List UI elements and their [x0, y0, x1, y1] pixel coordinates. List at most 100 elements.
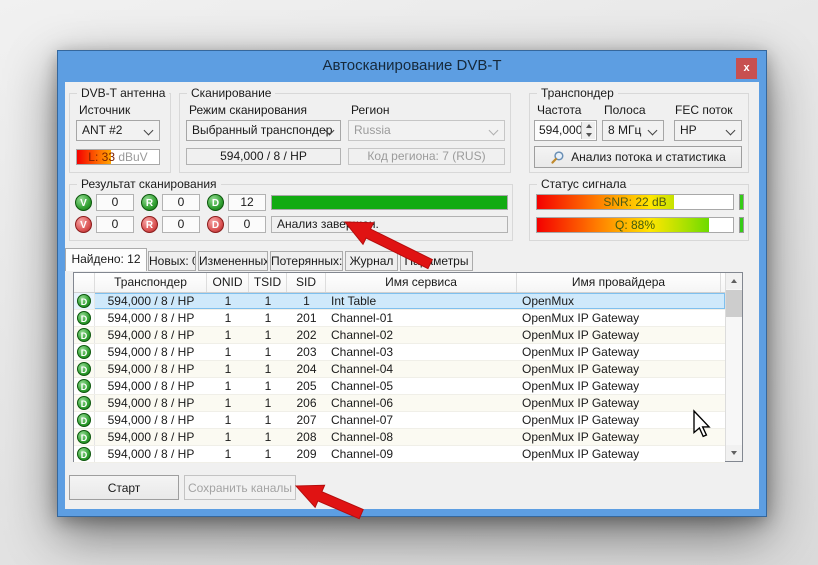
tab-found[interactable]: Найдено: 12 [65, 248, 147, 271]
table-row[interactable]: D594,000 / 8 / HP11202Channel-02OpenMux … [74, 327, 725, 344]
region-code-readout: Код региона: 7 (RUS) [348, 148, 505, 165]
cell-onid: 1 [207, 378, 249, 394]
row-icon-cell: D [74, 446, 95, 462]
row-icon-cell: D [74, 412, 95, 428]
up-arrow-icon [586, 124, 592, 128]
cell-provider: OpenMux IP Gateway [517, 310, 721, 326]
quality-bar: Q: 88% [536, 217, 734, 233]
titlebar[interactable]: Автосканирование DVB-T x [58, 51, 766, 82]
scan-status-field: Анализ завершен. [271, 216, 508, 233]
close-button[interactable]: x [736, 58, 757, 79]
cell-tsid: 1 [249, 310, 287, 326]
table-content: ТранспондерONIDTSIDSIDИмя сервисаИмя про… [74, 273, 725, 461]
column-header-onid[interactable]: ONID [207, 273, 249, 292]
vertical-scrollbar[interactable] [725, 273, 742, 461]
down-arrow-icon [586, 133, 592, 137]
cell-provider: OpenMux [517, 293, 721, 309]
region-value: Russia [354, 123, 391, 137]
band-combobox[interactable]: 8 МГц [602, 120, 664, 141]
cell-service: Channel-09 [326, 446, 517, 462]
region-combobox[interactable]: Russia [348, 120, 505, 141]
group-dvbt-antenna-title: DVB-T антенна [77, 86, 169, 100]
tab-new[interactable]: Новых: 0 [148, 251, 196, 271]
cell-provider: OpenMux IP Gateway [517, 446, 721, 462]
cell-transponder: 594,000 / 8 / HP [95, 412, 207, 428]
group-signal-status-title: Статус сигнала [537, 177, 630, 191]
cell-onid: 1 [207, 293, 249, 309]
cell-service: Channel-05 [326, 378, 517, 394]
row-icon-cell: D [74, 395, 95, 411]
signal-level-value: L: 33 [88, 150, 115, 164]
tab-journal[interactable]: Журнал [345, 251, 398, 271]
service-d-icon: D [77, 362, 91, 376]
analyze-stream-label: Анализ потока и статистика [571, 150, 726, 164]
scroll-up-button[interactable] [726, 273, 742, 289]
table-row[interactable]: D594,000 / 8 / HP111Int TableOpenMux [74, 293, 725, 310]
frequency-input[interactable]: 594,000 [534, 120, 597, 141]
column-header-sid[interactable]: SID [287, 273, 326, 292]
cell-sid: 206 [287, 395, 326, 411]
source-combobox[interactable]: ANT #2 [76, 120, 160, 141]
column-header-tsid[interactable]: TSID [249, 273, 287, 292]
row-icon-cell: D [74, 327, 95, 343]
cell-onid: 1 [207, 429, 249, 445]
v-found-icon: V [75, 194, 92, 211]
fec-combobox[interactable]: HP [674, 120, 742, 141]
cell-sid: 202 [287, 327, 326, 343]
scan-mode-combobox[interactable]: Выбранный транспондер [186, 120, 341, 141]
dialog-client-area: DVB-T антенна Источник ANT #2 L: 33 dBuV… [65, 82, 759, 509]
table-row[interactable]: D594,000 / 8 / HP11204Channel-04OpenMux … [74, 361, 725, 378]
save-channels-button[interactable]: Сохранить каналы [184, 475, 296, 500]
row-icon-cell: D [74, 378, 95, 394]
stepper-down-button[interactable] [581, 131, 595, 140]
column-header-provider[interactable]: Имя провайдера [517, 273, 721, 292]
scroll-thumb[interactable] [726, 290, 742, 317]
tab-lost[interactable]: Потерянных: 0 [270, 251, 343, 271]
cell-provider: OpenMux IP Gateway [517, 361, 721, 377]
service-d-icon: D [77, 413, 91, 427]
row-icon-cell: D [74, 344, 95, 360]
table-row[interactable]: D594,000 / 8 / HP11208Channel-08OpenMux … [74, 429, 725, 446]
start-button[interactable]: Старт [69, 475, 179, 500]
d-lost-icon: D [207, 216, 224, 233]
table-row[interactable]: D594,000 / 8 / HP11209Channel-09OpenMux … [74, 446, 725, 463]
analyze-stream-button[interactable]: Анализ потока и статистика [534, 146, 742, 168]
group-transponder: Транспондер Частота Полоса FEC поток 594… [529, 93, 749, 173]
cell-provider: OpenMux IP Gateway [517, 429, 721, 445]
service-d-icon: D [77, 396, 91, 410]
channels-table: ТранспондерONIDTSIDSIDИмя сервисаИмя про… [73, 272, 743, 462]
snr-value-label: SNR: 22 dB [537, 195, 733, 209]
scroll-down-button[interactable] [726, 445, 742, 461]
band-label: Полоса [604, 103, 646, 117]
cell-service: Int Table [326, 293, 517, 309]
table-row[interactable]: D594,000 / 8 / HP11203Channel-03OpenMux … [74, 344, 725, 361]
cell-service: Channel-01 [326, 310, 517, 326]
source-label: Источник [79, 103, 130, 117]
table-row[interactable]: D594,000 / 8 / HP11205Channel-05OpenMux … [74, 378, 725, 395]
stepper-up-button[interactable] [581, 122, 595, 131]
search-icon [550, 150, 565, 165]
table-row[interactable]: D594,000 / 8 / HP11207Channel-07OpenMux … [74, 412, 725, 429]
scan-mode-label: Режим сканирования [189, 103, 307, 117]
table-body: D594,000 / 8 / HP111Int TableOpenMuxD594… [74, 293, 725, 463]
r-lost-icon: R [141, 216, 158, 233]
group-signal-status: Статус сигнала SNR: 22 dB Q: 88% [529, 184, 749, 241]
cell-service: Channel-08 [326, 429, 517, 445]
window-title: Автосканирование DVB-T [58, 51, 766, 81]
column-header-service[interactable]: Имя сервиса [326, 273, 517, 292]
snr-peak-indicator [739, 194, 744, 210]
service-d-icon: D [77, 430, 91, 444]
cell-transponder: 594,000 / 8 / HP [95, 378, 207, 394]
table-row[interactable]: D594,000 / 8 / HP11206Channel-06OpenMux … [74, 395, 725, 412]
column-header-icon[interactable] [74, 273, 95, 292]
service-d-icon: D [77, 294, 91, 308]
tab-changed[interactable]: Измененных: 0 [198, 251, 268, 271]
scan-mode-value: Выбранный транспондер [192, 123, 332, 137]
chevron-down-icon [726, 126, 736, 136]
column-header-transponder[interactable]: Транспондер [95, 273, 207, 292]
cell-sid: 201 [287, 310, 326, 326]
tab-parameters[interactable]: Параметры [400, 251, 473, 271]
group-transponder-title: Транспондер [537, 86, 618, 100]
region-label: Регион [351, 103, 390, 117]
table-row[interactable]: D594,000 / 8 / HP11201Channel-01OpenMux … [74, 310, 725, 327]
